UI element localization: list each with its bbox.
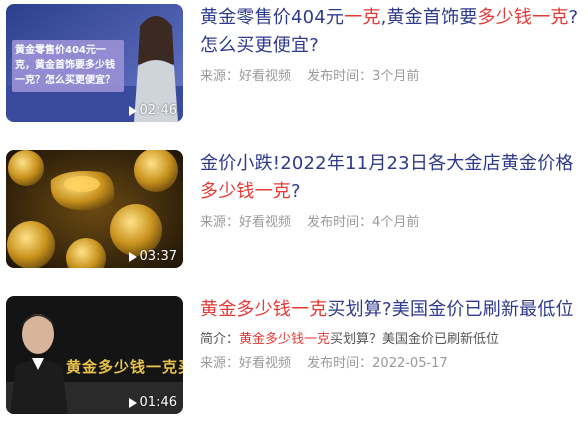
result-title[interactable]: 金价小跌!2022年11月23日各大金店黄金价格多少钱一克? bbox=[200, 150, 582, 206]
result-meta: 来源：好看视频 发布时间：4个月前 bbox=[200, 214, 582, 232]
title-text: 黄金零售价404元 bbox=[200, 7, 345, 28]
source-label: 来源：好看视频 bbox=[200, 356, 292, 371]
video-duration: 02:46 bbox=[128, 103, 177, 118]
source-label: 来源：好看视频 bbox=[200, 69, 292, 84]
publish-time: 发布时间：3个月前 bbox=[307, 69, 420, 84]
title-text: ,黄金首饰要 bbox=[380, 7, 478, 28]
play-icon bbox=[128, 251, 137, 262]
result-title[interactable]: 黄金零售价404元一克,黄金首饰要多少钱一克?怎么买更便宜? bbox=[200, 4, 582, 60]
title-highlight: 多少钱一克 bbox=[200, 181, 291, 202]
play-icon bbox=[128, 105, 137, 116]
description-text: 买划算？美国金价已刷新低位 bbox=[330, 332, 500, 347]
thumbnail-caption: 黄金多少钱一克买合 bbox=[66, 358, 183, 376]
source-label: 来源：好看视频 bbox=[200, 215, 292, 230]
video-duration: 03:37 bbox=[128, 249, 177, 264]
result-description: 简介：黄金多少钱一克买划算？美国金价已刷新低位 bbox=[200, 331, 582, 349]
title-text: ? bbox=[291, 181, 301, 202]
duration-text: 01:46 bbox=[139, 395, 177, 410]
publish-time: 发布时间：2022-05-17 bbox=[307, 356, 448, 371]
title-text: 金价小跌!2022年11月23日各大金店黄金价格 bbox=[200, 153, 574, 174]
description-text: 黄金多少钱一克买划算？美国金价已刷新低位 bbox=[239, 332, 499, 347]
title-highlight: 多少钱一克 bbox=[477, 7, 569, 28]
play-icon bbox=[128, 397, 137, 408]
video-thumbnail[interactable]: 03:37 bbox=[6, 150, 183, 268]
description-label: 简介： bbox=[200, 332, 240, 347]
result-meta: 来源：好看视频 发布时间：3个月前 bbox=[200, 68, 582, 86]
title-highlight: 一克 bbox=[344, 7, 381, 28]
publish-time: 发布时间：4个月前 bbox=[307, 215, 420, 230]
title-text: 买划算?美国金价已刷新最低位 bbox=[327, 299, 574, 320]
video-thumbnail[interactable]: 黄金零售价404元一克，黄金首饰要多少钱一克？怎么买更便宜？ 02:46 bbox=[6, 4, 183, 122]
description-highlight: 黄金多少钱一克 bbox=[239, 332, 331, 347]
video-duration: 01:46 bbox=[128, 395, 177, 410]
duration-text: 03:37 bbox=[139, 249, 177, 264]
video-thumbnail[interactable]: 黄金多少钱一克买合 01:46 bbox=[6, 296, 183, 414]
result-meta: 来源：好看视频 发布时间：2022-05-17 bbox=[200, 355, 582, 373]
thumbnail-caption: 黄金零售价404元一克，黄金首饰要多少钱一克？怎么买更便宜？ bbox=[15, 45, 115, 86]
result-title[interactable]: 黄金多少钱一克买划算?美国金价已刷新最低位 bbox=[200, 296, 582, 324]
duration-text: 02:46 bbox=[139, 103, 177, 118]
title-highlight: 黄金多少钱一克 bbox=[200, 299, 328, 320]
